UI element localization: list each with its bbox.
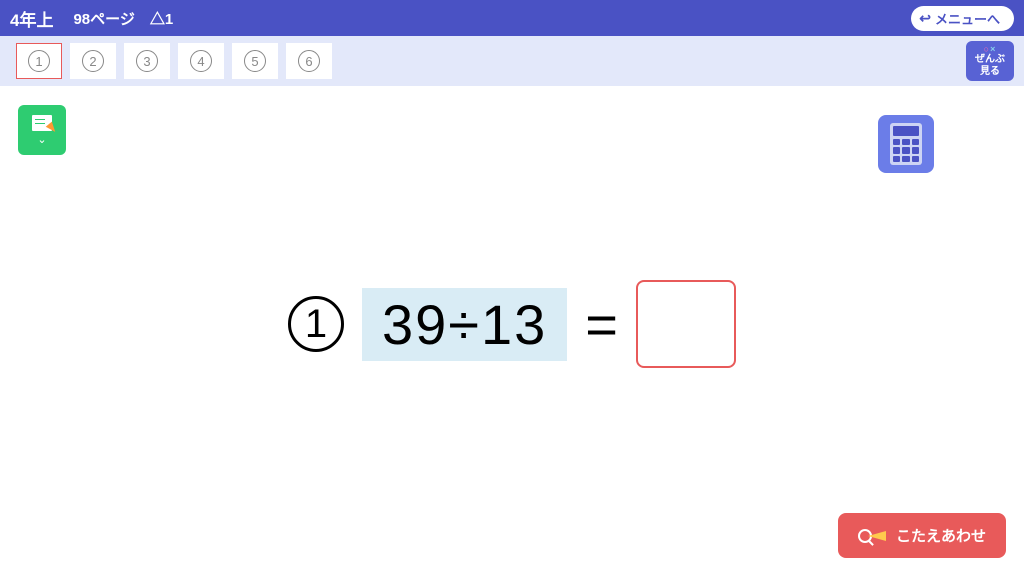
nav-num: 5 [244,50,266,72]
nav-num: 1 [28,50,50,72]
nav-item-5[interactable]: 5 [232,43,278,79]
nav-num: 2 [82,50,104,72]
nav-num: 4 [190,50,212,72]
nav-item-1[interactable]: 1 [16,43,62,79]
equals-sign: = [585,292,618,357]
ox-icon: ○× [984,44,997,55]
view-all-line2: 見る [980,66,1000,78]
menu-button[interactable]: ↩ メニューへ [911,6,1014,31]
answer-input-box[interactable] [636,280,736,368]
nav-num: 3 [136,50,158,72]
problem-expression: 39÷13 [362,288,567,361]
nav-items: 1 2 3 4 5 6 [10,43,332,79]
problem-area: 1 39÷13 = [0,280,1024,368]
header-left: 4年上 98ページ △1 [10,6,173,31]
note-icon [32,115,52,131]
nav-item-6[interactable]: 6 [286,43,332,79]
view-all-line1: ぜんぶ [975,54,1005,66]
header-bar: 4年上 98ページ △1 ↩ メニューへ [0,0,1024,36]
chevron-down-icon: ⌄ [37,133,46,146]
page-info: 98ページ △1 [73,8,173,29]
grade-label: 4年上 [10,6,53,31]
note-tool-button[interactable]: ⌄ [18,105,66,155]
nav-item-3[interactable]: 3 [124,43,170,79]
nav-bar: 1 2 3 4 5 6 ○× ぜんぶ 見る [0,36,1024,86]
calculator-icon [890,123,922,165]
check-label: こたえあわせ [896,525,986,546]
nav-item-4[interactable]: 4 [178,43,224,79]
check-answer-button[interactable]: こたえあわせ [838,513,1006,558]
back-arrow-icon: ↩ [919,10,931,27]
nav-item-2[interactable]: 2 [70,43,116,79]
view-all-button[interactable]: ○× ぜんぶ 見る [966,41,1014,81]
menu-label: メニューへ [935,9,1000,28]
problem-number: 1 [288,296,344,352]
nav-num: 6 [298,50,320,72]
check-pencil-icon [858,529,886,543]
calculator-button[interactable] [878,115,934,173]
